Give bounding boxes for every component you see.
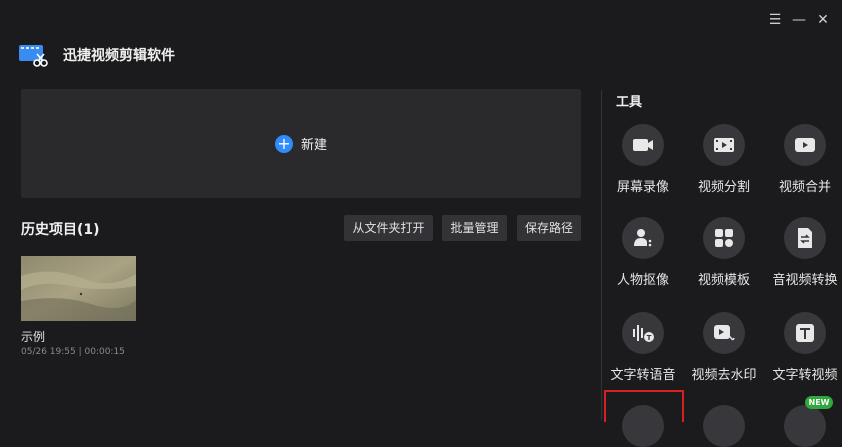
project-name: 示例: [21, 330, 46, 344]
app-logo-icon: [18, 42, 48, 68]
tool-text-to-video[interactable]: 文字转视频: [764, 312, 842, 400]
tool-av-convert[interactable]: 音视频转换: [764, 217, 842, 305]
close-icon[interactable]: ✕: [815, 12, 831, 28]
tool-video-template[interactable]: 视频模板: [683, 217, 765, 305]
tool-video-merge[interactable]: 视频合并: [764, 124, 842, 212]
new-project-button[interactable]: + 新建: [21, 89, 581, 198]
batch-manage-button[interactable]: 批量管理: [442, 215, 507, 241]
save-path-button[interactable]: 保存路径: [517, 215, 581, 241]
tool-screen-record[interactable]: 屏幕录像: [602, 124, 684, 212]
remove-watermark-icon: [703, 312, 745, 354]
open-folder-button[interactable]: 从文件夹打开: [344, 215, 433, 241]
text-to-video-icon: [784, 312, 826, 354]
tool-partial-icon[interactable]: [784, 405, 826, 447]
project-thumbnail[interactable]: [21, 256, 136, 321]
tool-label: 视频合并: [778, 180, 831, 195]
film-split-icon: [703, 124, 745, 166]
convert-icon: [784, 217, 826, 259]
project-meta: 05/26 19:55 | 00:00:15: [21, 347, 125, 357]
tool-person-cutout[interactable]: 人物抠像: [602, 217, 684, 305]
tool-remove-watermark[interactable]: 视频去水印: [683, 312, 765, 400]
highlight-box: [604, 390, 684, 422]
screen-record-icon: [622, 124, 664, 166]
plus-circle-icon: +: [274, 134, 293, 153]
app-title: 迅捷视频剪辑软件: [63, 48, 175, 64]
menu-icon[interactable]: ☰: [767, 12, 783, 28]
new-project-label: 新建: [300, 138, 327, 153]
person-cutout-icon: [622, 217, 664, 259]
tool-label: 文字转视频: [772, 368, 838, 383]
svg-text:T: T: [647, 334, 652, 342]
template-icon: [703, 217, 745, 259]
video-merge-icon: [784, 124, 826, 166]
tool-text-to-speech[interactable]: T 文字转语音: [602, 312, 684, 400]
tool-partial-icon[interactable]: [703, 405, 745, 447]
tools-title: 工具: [616, 95, 643, 110]
minimize-icon[interactable]: —: [791, 12, 807, 28]
tool-video-split[interactable]: 视频分割: [683, 124, 765, 212]
text-to-speech-icon: T: [622, 312, 664, 354]
history-title: 历史项目(1): [21, 222, 100, 238]
tool-label: 音视频转换: [772, 273, 838, 288]
new-badge: NEW: [805, 396, 833, 409]
